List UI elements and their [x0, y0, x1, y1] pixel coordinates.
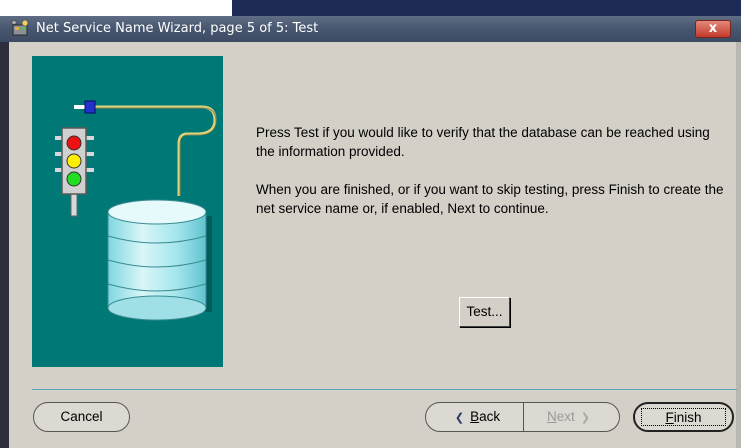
back-next-group: ❮ Back Next ❯ — [425, 402, 620, 432]
close-button[interactable]: x — [695, 20, 731, 38]
background-strip — [0, 0, 741, 16]
next-button: Next ❯ — [523, 403, 619, 431]
finish-instructions: When you are finished, or if you want to… — [256, 182, 724, 216]
test-button[interactable]: Test... — [459, 297, 510, 327]
test-instructions: Press Test if you would like to verify t… — [256, 125, 710, 159]
window-title: Net Service Name Wizard, page 5 of 5: Te… — [36, 21, 319, 36]
cancel-button[interactable]: Cancel — [33, 402, 130, 432]
separator — [32, 389, 737, 390]
close-icon: x — [708, 21, 718, 36]
back-button[interactable]: ❮ Back — [426, 403, 523, 431]
window-left-edge — [0, 42, 9, 448]
window-right-edge — [736, 42, 741, 448]
wizard-illustration — [32, 56, 223, 367]
traffic-light-database-icon — [55, 100, 217, 321]
title-bar[interactable]: Net Service Name Wizard, page 5 of 5: Te… — [0, 16, 741, 42]
wizard-app-icon — [11, 19, 29, 36]
finish-button[interactable]: Finish — [633, 402, 734, 432]
chevron-right-icon: ❯ — [580, 412, 590, 424]
wizard-window: Net Service Name Wizard, page 5 of 5: Te… — [0, 0, 741, 448]
chevron-left-icon: ❮ — [454, 412, 465, 424]
